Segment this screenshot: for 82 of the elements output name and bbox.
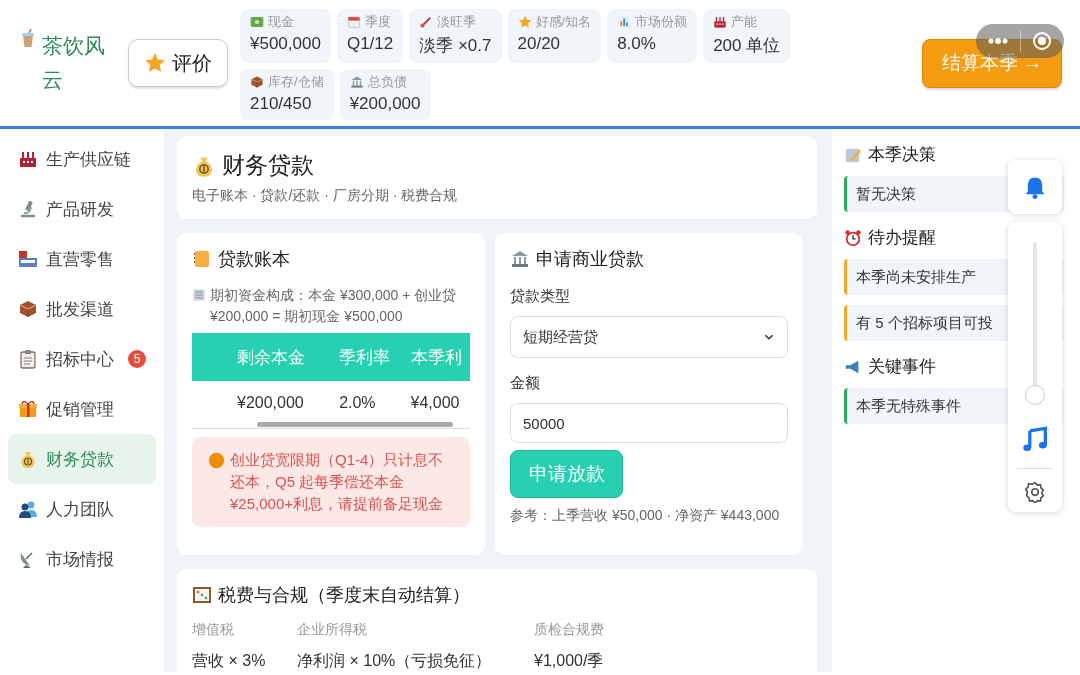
card-title: 贷款账本 [218,248,290,271]
column-header: 本季利 [410,346,463,369]
tax-label: 企业所得税 [297,621,368,639]
calendar-icon [346,15,361,29]
stat-label: 市场份额 [635,13,688,31]
tax-value: ¥1,000/季 [534,651,604,671]
stat-label: 产能 [731,13,758,31]
card-title: 申请商业贷款 [536,248,644,271]
star-icon [144,52,166,74]
sidebar-item[interactable]: 生产供应链 [8,134,156,184]
gift-icon [18,399,38,419]
factory-icon [713,15,728,29]
stat-value: 210/450 [250,94,313,114]
tax-label: 质检合规费 [534,621,604,639]
sidebar-item[interactable]: 人力团队 [8,484,156,534]
table-cell-text: ¥200,000 [237,394,305,412]
stat-label: 淡旺季 [437,13,477,31]
page-subtitle: 电子账本 · 贷款/还款 · 厂房分期 · 税费合规 [192,187,459,205]
scrollbar[interactable] [257,422,453,427]
sidebar-item[interactable]: 促销管理 [8,384,156,434]
music-note-icon[interactable] [1022,426,1048,454]
table-cell-text: ¥4,000 [410,394,461,412]
notification-button[interactable] [1008,160,1062,214]
column-header: 季利率 [339,346,392,369]
amount-field[interactable]: 50000 [510,403,788,443]
stat-value: 200 单位 [713,35,781,57]
section-title: 本季决策 [868,144,936,166]
stat-value: Q1/12 [346,34,394,54]
bar-chart-icon [617,15,632,29]
loan-type-dropdown[interactable]: 短期经营贷 [510,316,788,358]
store-icon [18,249,38,269]
stat-label: 现金 [268,13,294,31]
stat-value: ¥500,000 [250,34,321,54]
dot-icon [208,452,225,469]
people-icon [18,499,38,519]
ledger-note: 期初资金构成：本金 ¥300,000 + 创业贷 ¥200,000 = 期初现金 ¥500,000 [210,286,458,326]
stat-value: ¥200,000 [349,94,421,114]
sidebar-item[interactable]: 市场情报 [8,534,156,584]
reference-text: 参考：上季营收 ¥50,000 · 净资产 ¥443,000 [510,506,781,525]
warning-text: 创业贷宽限期（Q1-4）只计息不还本，Q5 起每季偿还本金 ¥25,000+利息，请提前备足现金 [230,450,445,514]
bell-icon [1023,175,1047,199]
stat-value: 20/20 [517,34,562,54]
count-badge: 5 [128,350,146,368]
alarm-clock-icon [844,228,862,247]
bank-icon [510,249,530,269]
stat-value: 淡季 ×0.7 [419,35,492,57]
banknote-icon [250,15,264,29]
sidebar-item[interactable]: 招标中心 5 [8,334,156,384]
tax-label: 增值税 [192,621,235,639]
settings-icon[interactable] [1024,481,1046,503]
bank-icon [349,75,364,89]
stat-label: 总负债 [367,73,407,91]
sidebar-item[interactable]: 批发渠道 [8,284,156,334]
package-icon [18,299,38,319]
table-cell-text: 2.0% [339,394,377,412]
page-title: 财务贷款 [222,151,314,180]
rate-button[interactable]: 评价 [128,39,228,87]
sidebar-item[interactable]: 财务贷款 [8,434,156,484]
column-header: 剩余本金 [237,346,306,369]
thermometer-icon [419,15,434,29]
field-label: 金额 [510,374,541,393]
package-icon [250,75,264,89]
card-title: 税费与合规（季度末自动结算） [218,584,470,607]
microscope-icon [18,199,38,219]
stat-value: 8.0% [617,34,657,54]
app-logo-text: 茶饮风云 [42,33,106,93]
section-title: 待办提醒 [868,227,936,249]
sidebar-item[interactable]: 产品研发 [8,184,156,234]
tax-value: 净利润 × 10%（亏损免征） [297,651,493,671]
section-title: 关键事件 [868,356,936,378]
clipboard-icon [18,349,38,369]
money-bag-icon [18,449,38,469]
sidebar-item[interactable]: 直营零售 [8,234,156,284]
star-icon [517,15,532,29]
field-label: 贷款类型 [510,287,571,306]
slider-thumb[interactable] [1025,384,1045,405]
stat-label: 好感/知名 [535,13,592,31]
stat-label: 库存/仓储 [268,73,324,91]
tax-value: 营收 × 3% [192,651,267,671]
factory-icon [18,149,38,169]
notebook-icon [192,249,212,269]
stat-label: 季度 [364,13,391,31]
